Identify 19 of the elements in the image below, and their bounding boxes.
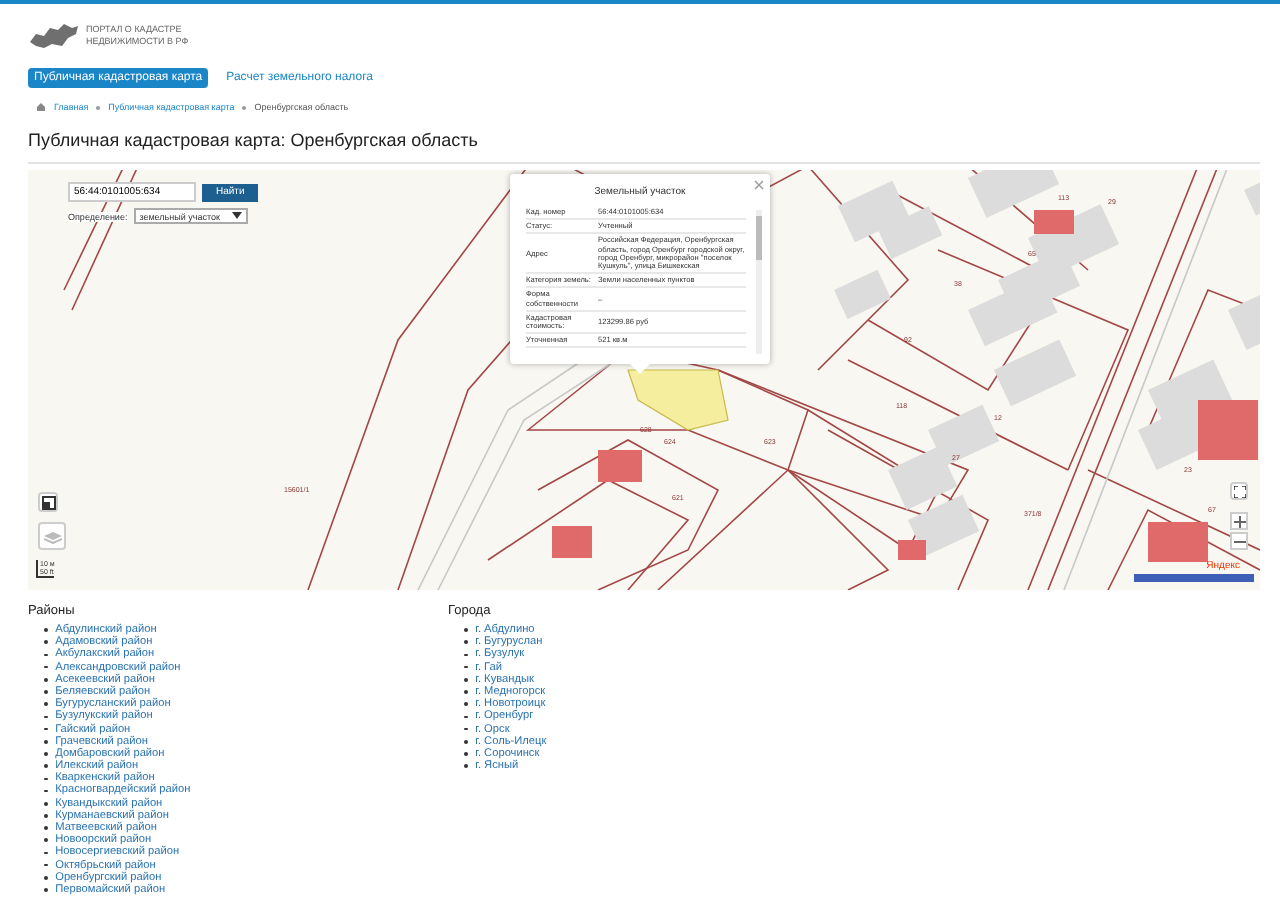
square-icon (41, 495, 55, 509)
breadcrumb-separator (242, 105, 247, 109)
fullscreen-icon (1233, 485, 1245, 497)
minus-icon (1233, 535, 1245, 547)
home-icon[interactable] (36, 102, 46, 112)
russia-map-logo-icon (28, 22, 80, 50)
popup-pointer (630, 364, 650, 374)
zoom-in-button[interactable] (1230, 512, 1248, 530)
fullscreen-button[interactable] (1230, 482, 1248, 500)
page-title: Публичная кадастровая карта: Оренбургская область (28, 130, 480, 150)
zoom-out-button[interactable] (1230, 532, 1248, 550)
caret-icon (231, 212, 242, 220)
close-icon[interactable] (754, 180, 764, 190)
scrollbar[interactable] (756, 210, 762, 354)
layers-icon (43, 529, 61, 543)
plus-icon (1233, 515, 1245, 527)
map-type-button[interactable] (38, 522, 66, 550)
layers-button[interactable] (38, 492, 58, 512)
breadcrumb-separator (96, 105, 101, 109)
